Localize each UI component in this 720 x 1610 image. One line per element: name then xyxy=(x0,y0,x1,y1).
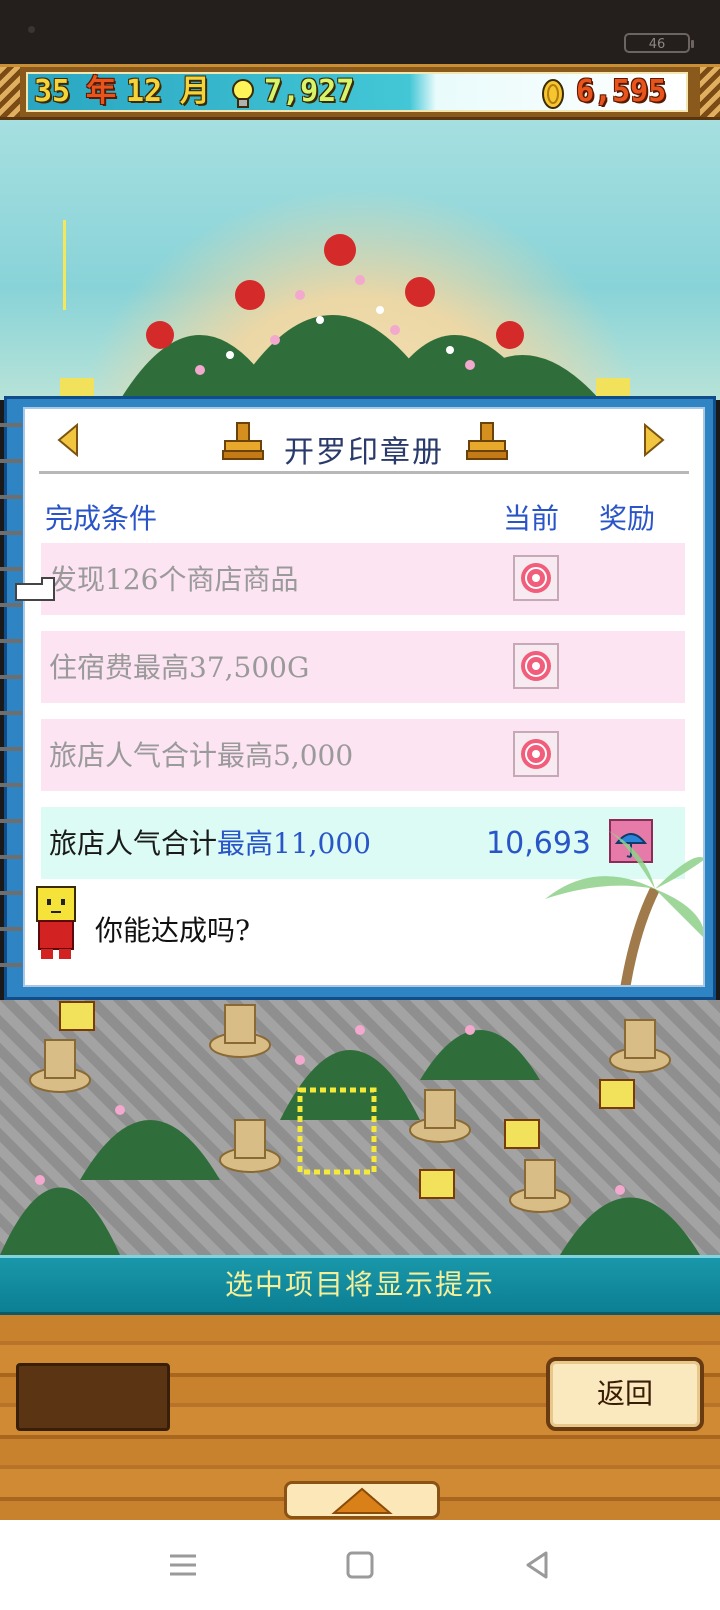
game-scene-bottom[interactable] xyxy=(0,1000,720,1255)
header-condition: 完成条件 xyxy=(45,502,158,535)
palm-tree-decoration xyxy=(545,829,703,985)
research-points: 7,927 xyxy=(264,74,355,109)
pointing-hand-icon xyxy=(15,577,55,601)
condition-row[interactable]: 旅店人气合计最高5,000 xyxy=(41,719,685,791)
condition-label: 住宿费最高37,500G xyxy=(49,651,310,684)
year-unit: 年 xyxy=(86,74,116,109)
condition-label: 旅店人气合计最高5,000 xyxy=(49,739,354,772)
condition-row[interactable]: 发现126个商店商品 xyxy=(41,543,685,615)
condition-label: 发现126个商店商品 xyxy=(49,563,299,596)
year-value: 35 xyxy=(34,74,71,109)
header-reward: 奖励 xyxy=(599,502,656,535)
condition-row[interactable]: 住宿费最高37,500G xyxy=(41,631,685,703)
coin-icon xyxy=(542,79,564,109)
title-divider xyxy=(39,471,689,474)
back-button[interactable]: 返回 xyxy=(546,1357,704,1431)
condition-label: 旅店人气合计最高11,000 xyxy=(49,807,371,881)
panel-title: 开罗印章册 xyxy=(284,435,444,470)
stamp-book-page: 开罗印章册 完成条件 当前 奖励 发现126个商店商品 住宿费最高37,500G… xyxy=(23,407,705,987)
status-bar: 46 xyxy=(0,0,720,64)
money-value: 6,595 xyxy=(576,74,667,109)
game-top-bar: 35 年 12 月 7,927 6,595 xyxy=(0,64,720,120)
system-nav-bar xyxy=(0,1520,720,1610)
condition-label-target: 最高11,000 xyxy=(217,827,371,860)
month-value: 12 xyxy=(126,74,163,109)
condition-label-prefix: 旅店人气合计 xyxy=(49,827,218,860)
home-icon[interactable] xyxy=(343,1548,377,1582)
expand-menu-button[interactable] xyxy=(284,1481,440,1519)
game-scene-top[interactable] xyxy=(0,120,720,400)
stamp-icon xyxy=(466,422,508,460)
hint-text: 你能达成吗? xyxy=(95,914,251,947)
completed-stamp-icon xyxy=(513,731,559,777)
bulb-icon xyxy=(232,79,254,108)
completed-stamp-icon xyxy=(513,643,559,689)
mascot-character-icon xyxy=(36,886,76,959)
completed-stamp-icon xyxy=(513,555,559,601)
next-page-arrow-icon[interactable] xyxy=(641,423,667,457)
battery-indicator: 46 xyxy=(624,33,694,53)
statues-scene xyxy=(0,1001,700,1255)
flower-arches-scene xyxy=(60,220,630,400)
rope-decoration xyxy=(0,67,20,117)
stats-panel: 35 年 12 月 7,927 6,595 xyxy=(26,72,688,112)
hint-bar: 选中项目将显示提示 xyxy=(0,1255,720,1315)
bottom-wood-panel: 返回 xyxy=(0,1315,720,1520)
back-nav-icon[interactable] xyxy=(520,1548,554,1582)
camera-dot xyxy=(28,26,35,33)
menu-icon[interactable] xyxy=(166,1548,200,1582)
header-current: 当前 xyxy=(503,502,560,535)
hint-bar-text: 选中项目将显示提示 xyxy=(224,1268,495,1301)
notebook-rings xyxy=(0,423,22,967)
chevron-up-icon xyxy=(331,1487,393,1514)
stamp-book-panel: 开罗印章册 完成条件 当前 奖励 发现126个商店商品 住宿费最高37,500G… xyxy=(4,396,716,1000)
empty-slot xyxy=(16,1363,170,1431)
rope-decoration xyxy=(700,67,720,117)
month-unit: 月 xyxy=(180,74,210,109)
